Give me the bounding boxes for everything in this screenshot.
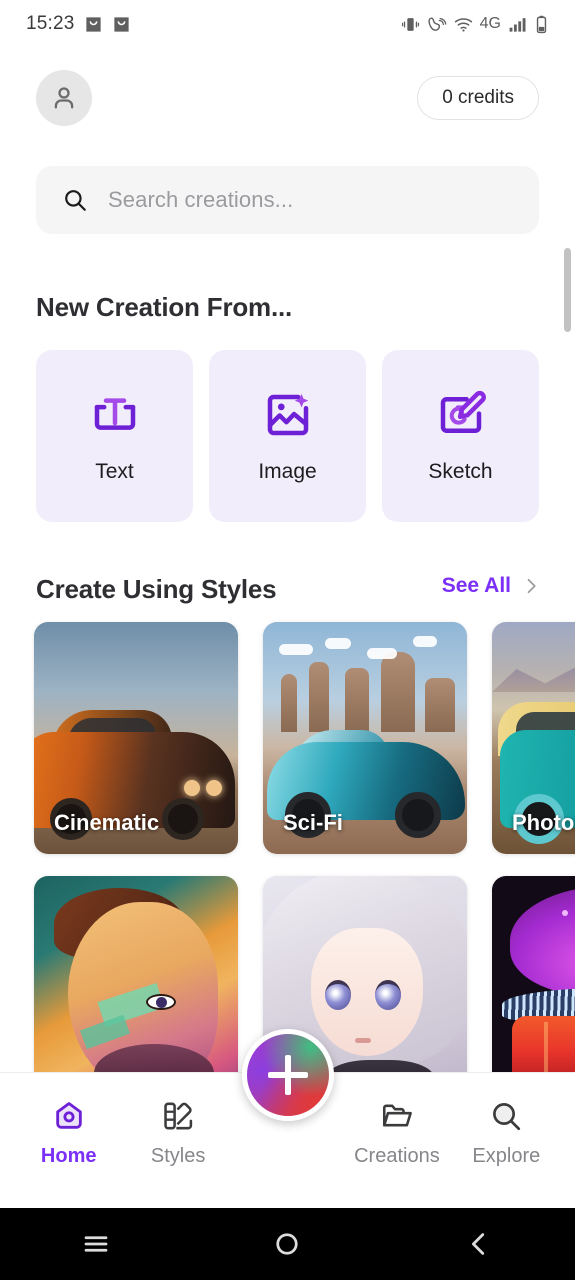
see-all-button[interactable]: See All	[442, 574, 541, 598]
nav-item-creations[interactable]: Creations	[342, 1099, 451, 1168]
app-header: 0 credits	[0, 62, 575, 134]
style-label: Cinematic	[54, 810, 160, 835]
person-icon	[54, 87, 74, 109]
menu-icon	[84, 1236, 108, 1252]
inbox-icon	[113, 16, 129, 32]
styles-heading: Create Using Styles	[36, 574, 277, 604]
new-creation-heading: New Creation From...	[36, 292, 293, 322]
sketch-pencil-icon	[440, 390, 486, 433]
home-icon	[55, 1102, 82, 1129]
nav-label: Creations	[354, 1145, 440, 1167]
status-time: 15:23	[26, 13, 75, 34]
wifi-icon	[454, 17, 472, 32]
style-card-scifi[interactable]: Sci-Fi	[263, 622, 467, 854]
signal-bars-icon	[509, 17, 526, 32]
app-screen: 15:23 4G 0 credits Search creations... N…	[0, 0, 575, 1280]
style-label: Sci-Fi	[283, 810, 343, 835]
nav-item-explore[interactable]: Explore	[452, 1099, 561, 1168]
style-card-cinematic[interactable]: Cinematic	[34, 622, 238, 854]
style-card-row-1: Cinematic Sci-Fi Photo	[34, 622, 575, 854]
credits-label: 0 credits	[442, 87, 514, 108]
chevron-right-icon	[527, 578, 536, 594]
chevron-left-icon	[472, 1233, 485, 1255]
nav-label: Home	[40, 1145, 97, 1167]
android-recents-button[interactable]	[56, 1220, 136, 1268]
text-box-icon	[94, 398, 135, 430]
nav-label: Explore	[472, 1145, 541, 1167]
search-bar[interactable]: Search creations...	[36, 166, 539, 234]
nav-label: Styles	[150, 1145, 206, 1167]
see-all-label: See All	[441, 574, 511, 597]
create-fab-button[interactable]	[241, 1029, 334, 1121]
page-scrollbar[interactable]	[564, 248, 571, 332]
circle-icon	[276, 1233, 299, 1255]
image-sparkle-icon	[267, 393, 308, 436]
new-creation-card-image[interactable]: Image	[209, 350, 366, 522]
style-label: Photographic	[512, 810, 575, 835]
card-label: Image	[258, 460, 317, 483]
bottom-navigation: Home Styles Creations Explore	[0, 1029, 575, 1208]
wifi-calling-icon	[428, 16, 446, 31]
android-back-button[interactable]	[439, 1220, 519, 1268]
android-system-nav	[0, 1208, 575, 1280]
inbox-icon	[85, 16, 101, 32]
network-type-label: 4G	[479, 15, 501, 32]
new-creation-card-text[interactable]: Text	[36, 350, 193, 522]
status-bar-right: 4G	[401, 15, 549, 34]
vibrate-icon	[401, 17, 419, 31]
search-icon	[493, 1103, 521, 1131]
folder-icon	[382, 1104, 412, 1127]
status-bar: 15:23 4G	[0, 0, 575, 48]
new-creation-card-sketch[interactable]: Sketch	[382, 350, 539, 522]
avatar[interactable]	[36, 70, 92, 126]
card-label: Text	[95, 460, 134, 483]
credits-button[interactable]: 0 credits	[417, 76, 539, 120]
new-creation-card-list: Text Image Sketch	[36, 350, 539, 522]
android-home-button[interactable]	[247, 1220, 327, 1268]
nav-item-styles[interactable]: Styles	[123, 1099, 232, 1168]
status-bar-left: 15:23	[26, 13, 131, 35]
plus-icon	[267, 1055, 308, 1095]
palette-icon	[164, 1102, 193, 1130]
search-icon	[65, 190, 86, 211]
battery-icon	[536, 15, 547, 33]
card-label: Sketch	[428, 460, 493, 483]
style-card-photographic[interactable]: Photographic	[492, 622, 575, 854]
search-input[interactable]: Search creations...	[108, 187, 293, 213]
nav-item-home[interactable]: Home	[14, 1099, 123, 1168]
